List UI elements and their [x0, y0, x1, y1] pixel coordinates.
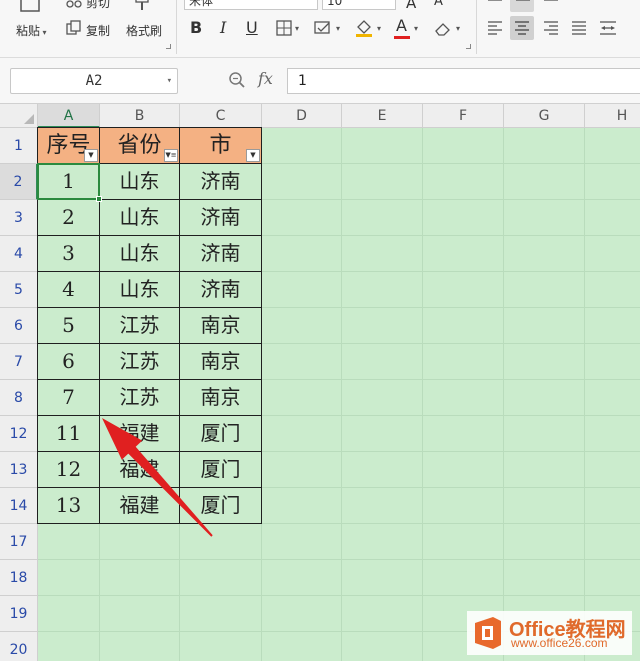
- font-name-select[interactable]: 宋体: [184, 0, 318, 10]
- wrap-text-icon[interactable]: [598, 0, 616, 6]
- font-size-select[interactable]: 10: [322, 0, 396, 10]
- font-shrink-icon: A: [434, 0, 443, 9]
- align-left-icon[interactable]: [486, 20, 504, 36]
- align-center-icon[interactable]: [513, 20, 531, 36]
- copy-button[interactable]: 复制: [86, 22, 110, 39]
- office-logo-icon: [475, 617, 501, 649]
- cell-style-icon[interactable]: [314, 20, 332, 36]
- bold-icon: B: [190, 18, 203, 37]
- format-painter-icon[interactable]: [134, 0, 150, 12]
- fill-color-icon[interactable]: [354, 18, 374, 38]
- format-painter-button[interactable]: 格式刷: [126, 22, 162, 39]
- cut-label: 剪切: [86, 0, 111, 10]
- font-group-launcher-icon[interactable]: [466, 44, 471, 49]
- formula-input[interactable]: 1: [287, 68, 640, 94]
- italic-button[interactable]: I: [220, 18, 226, 37]
- paste-label: 粘贴: [16, 24, 41, 38]
- font-color-swatch: [394, 36, 410, 39]
- eraser-icon[interactable]: [434, 20, 452, 36]
- justify-icon[interactable]: [570, 20, 588, 36]
- zoom-magnifier-icon[interactable]: [228, 71, 246, 89]
- font-shrink-button[interactable]: A: [434, 0, 443, 9]
- name-box-dropdown-icon[interactable]: ▾: [167, 69, 172, 93]
- ribbon-divider: [476, 0, 477, 54]
- align-right-icon[interactable]: [542, 20, 560, 36]
- paste-dropdown-icon[interactable]: ▾: [40, 28, 47, 37]
- formula-value: 1: [298, 73, 307, 89]
- paste-button[interactable]: 粘贴 ▾: [16, 22, 47, 39]
- cut-button[interactable]: 剪切: [86, 0, 110, 11]
- format-painter-label: 格式刷: [126, 24, 163, 38]
- clear-dropdown-icon[interactable]: ▾: [456, 24, 460, 33]
- ribbon-divider: [176, 0, 177, 54]
- clipboard-group-launcher-icon[interactable]: [166, 44, 171, 49]
- cell-style-dropdown-icon[interactable]: ▾: [336, 24, 340, 33]
- orientation-icon[interactable]: [570, 0, 588, 6]
- font-color-dropdown-icon[interactable]: ▾: [414, 24, 418, 33]
- paste-icon[interactable]: [18, 0, 44, 14]
- underline-button[interactable]: U: [246, 18, 258, 37]
- fill-color-dropdown-icon[interactable]: ▾: [377, 24, 381, 33]
- font-grow-button[interactable]: A: [406, 0, 416, 12]
- font-color-icon: A: [396, 16, 407, 35]
- name-box-value: A2: [85, 73, 103, 89]
- font-name-value: 宋体: [189, 0, 214, 8]
- underline-icon: U: [246, 18, 258, 37]
- watermark-url: www.office26.com: [511, 636, 608, 650]
- scissors-icon[interactable]: [66, 0, 82, 8]
- copy-label: 复制: [86, 24, 111, 38]
- formula-bar: A2 ▾ fx 1: [0, 58, 640, 104]
- red-annotation-arrow: [102, 418, 213, 537]
- borders-icon[interactable]: [276, 20, 292, 36]
- font-size-value: 10: [327, 0, 343, 8]
- font-color-button[interactable]: A: [396, 16, 407, 35]
- copy-icon[interactable]: [66, 20, 82, 36]
- insert-function-button[interactable]: fx: [258, 69, 273, 88]
- align-top-icon[interactable]: [486, 0, 504, 6]
- spreadsheet-grid[interactable]: ABCDEFGH 1 2 3 4 5 6 7 8 12 13 14 17 18 19 20 序号 ▼ 省份 ▼≡ 市…: [0, 104, 640, 661]
- borders-dropdown-icon[interactable]: ▾: [295, 24, 299, 33]
- ribbon-toolbar: 粘贴 ▾ 剪切 复制 格式刷 宋体 10 A A B I U ▾ ▾ ▾ A ▾…: [0, 0, 640, 58]
- align-middle-icon[interactable]: [514, 0, 532, 6]
- align-bottom-icon[interactable]: [542, 0, 560, 6]
- watermark: Office教程网 www.office26.com: [467, 611, 632, 655]
- bold-button[interactable]: B: [190, 18, 202, 37]
- font-grow-icon: A: [406, 0, 417, 12]
- italic-icon: I: [220, 18, 227, 37]
- arrow-shape: [102, 418, 213, 537]
- name-box[interactable]: A2 ▾: [10, 68, 178, 94]
- distributed-align-icon[interactable]: [598, 20, 618, 36]
